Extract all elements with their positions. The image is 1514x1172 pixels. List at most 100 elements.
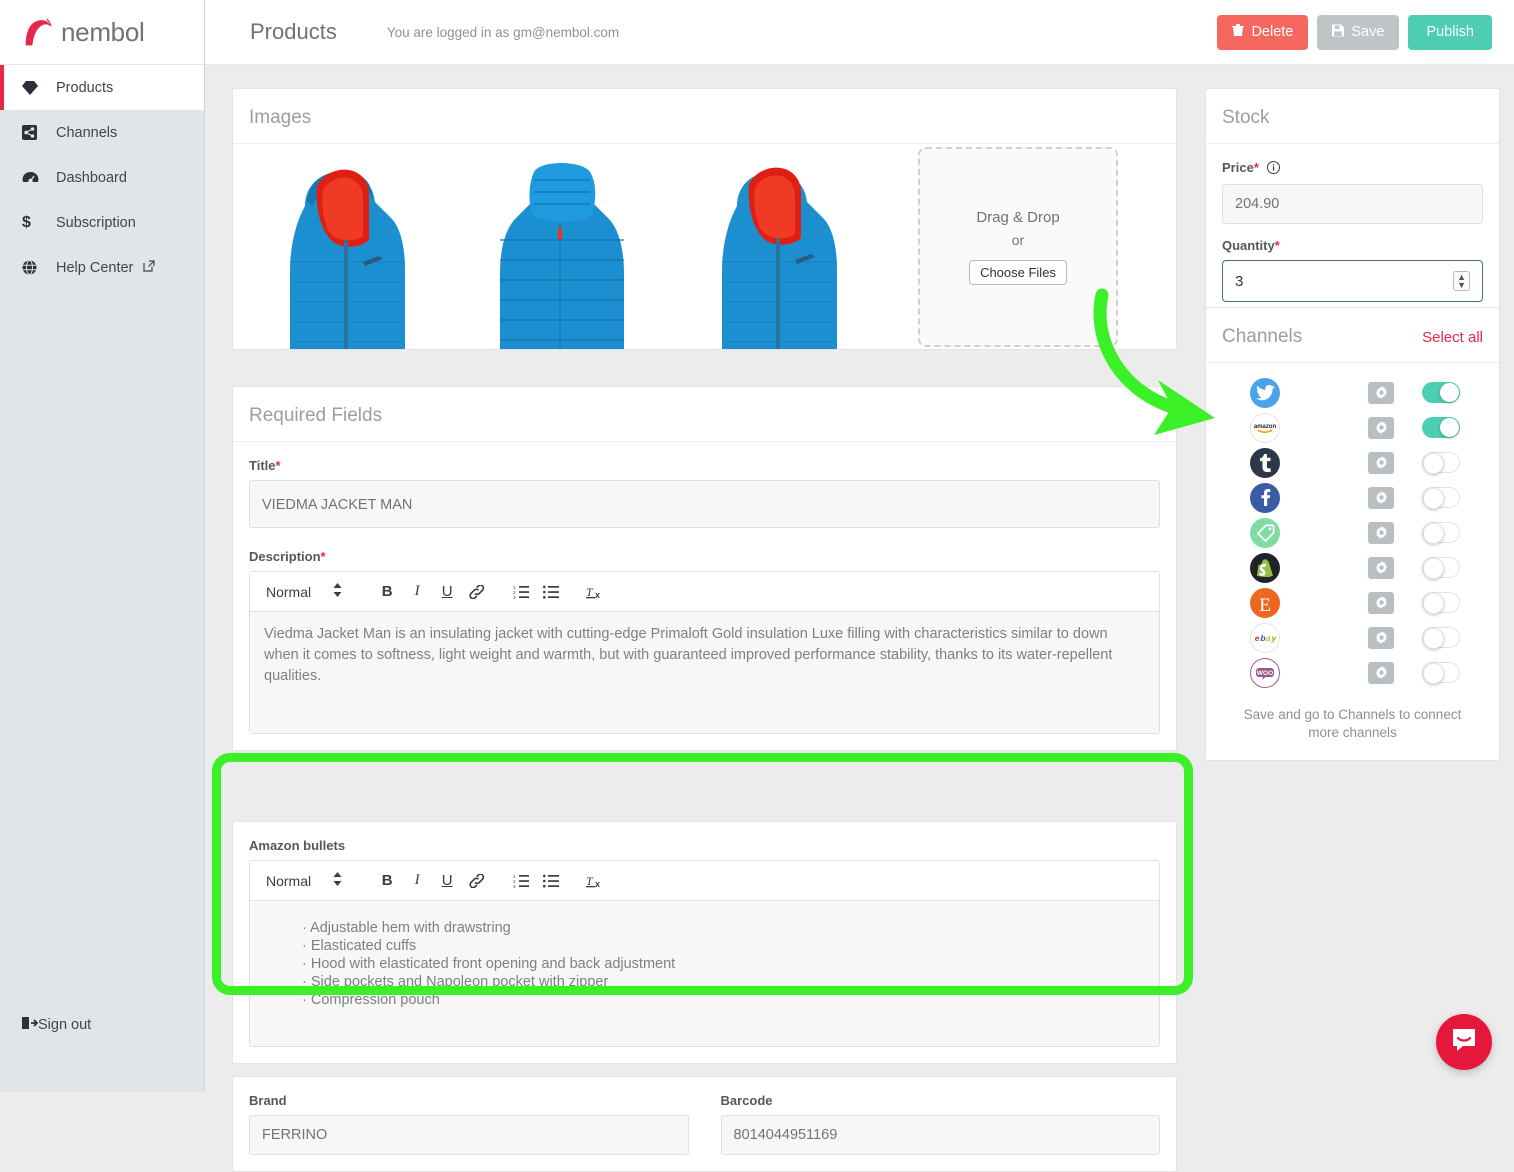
toggle-knob	[1440, 383, 1459, 402]
select-all-link[interactable]: Select all	[1422, 329, 1483, 346]
channel-toggle-ebay[interactable]	[1422, 627, 1460, 648]
svg-text:3: 3	[513, 595, 516, 599]
gear-icon[interactable]	[1368, 557, 1394, 579]
bold-icon[interactable]: B	[372, 577, 402, 607]
gear-icon[interactable]	[1368, 452, 1394, 474]
clear-format-icon[interactable]: Tx	[580, 866, 610, 896]
svg-text:x: x	[595, 879, 600, 889]
channel-toggle-amazon[interactable]	[1422, 417, 1460, 438]
gear-icon[interactable]	[1368, 382, 1394, 404]
title-input[interactable]	[249, 480, 1160, 528]
channel-toggle-etsy[interactable]	[1422, 592, 1460, 613]
sidebar-item-channels[interactable]: Channels	[0, 110, 204, 155]
format-select-label: Normal	[266, 873, 311, 889]
bullet-item: · Compression pouch	[264, 991, 1145, 1009]
woocommerce-icon[interactable]: WOO	[1250, 658, 1280, 688]
clear-format-icon[interactable]: Tx	[580, 577, 610, 607]
bullet-list-icon[interactable]	[536, 577, 566, 607]
dollar-icon: $	[22, 214, 48, 232]
brand-input[interactable]	[249, 1115, 689, 1155]
channel-toggle-woocommerce[interactable]	[1422, 662, 1460, 683]
storeden-tag-icon[interactable]	[1250, 518, 1280, 548]
toggle-knob	[1423, 628, 1444, 649]
product-image-thumbnail[interactable]	[460, 144, 665, 349]
ordered-list-icon[interactable]: 123	[506, 577, 536, 607]
link-icon[interactable]	[462, 577, 492, 607]
price-label-text: Price	[1222, 160, 1254, 175]
shopify-icon[interactable]	[1250, 553, 1280, 583]
product-image-thumbnail[interactable]	[675, 144, 880, 349]
channels-list: amazon	[1206, 363, 1499, 696]
sign-out-button[interactable]: Sign out	[0, 1002, 204, 1047]
channel-row-storeden	[1206, 515, 1499, 550]
format-select[interactable]: Normal	[266, 583, 342, 600]
bullet-item: · Hood with elasticated front opening an…	[264, 955, 1145, 973]
stepper-icon[interactable]: ▲▼	[1453, 271, 1470, 291]
gear-icon[interactable]	[1368, 627, 1394, 649]
sidebar-item-dashboard[interactable]: Dashboard	[0, 155, 204, 200]
share-icon	[22, 125, 48, 140]
brand-logo[interactable]: nembol	[0, 0, 204, 65]
gear-icon[interactable]	[1368, 417, 1394, 439]
facebook-icon[interactable]	[1250, 483, 1280, 513]
save-button[interactable]: Save	[1317, 15, 1399, 50]
channel-toggle-facebook[interactable]	[1422, 487, 1460, 508]
italic-icon[interactable]: I	[402, 577, 432, 607]
sidebar-item-label: Help Center	[56, 260, 133, 276]
sidebar-item-label: Channels	[56, 125, 117, 141]
gear-icon[interactable]	[1368, 592, 1394, 614]
bold-icon[interactable]: B	[372, 866, 402, 896]
intercom-chat-button[interactable]	[1436, 1014, 1492, 1070]
publish-button[interactable]: Publish	[1408, 15, 1492, 50]
delete-button[interactable]: Delete	[1217, 15, 1308, 50]
twitter-icon[interactable]	[1250, 378, 1280, 408]
etsy-icon[interactable]: E	[1250, 588, 1280, 618]
sidebar-item-products[interactable]: Products	[0, 65, 204, 110]
sidebar: nembol Products Channels Dashboard $ Sub…	[0, 0, 205, 1092]
description-editor: Normal B I U 123	[249, 571, 1160, 734]
underline-icon[interactable]: U	[432, 577, 462, 607]
nembol-swoosh-logo	[22, 17, 56, 47]
choose-files-button[interactable]: Choose Files	[969, 260, 1067, 285]
channel-toggle-storeden[interactable]	[1422, 522, 1460, 543]
image-dropzone[interactable]: Drag & Drop or Choose Files	[918, 147, 1118, 347]
underline-icon[interactable]: U	[432, 866, 462, 896]
channel-toggle-shopify[interactable]	[1422, 557, 1460, 578]
ordered-list-icon[interactable]: 123	[506, 866, 536, 896]
gear-icon[interactable]	[1368, 487, 1394, 509]
quantity-stepper[interactable]: 3 ▲▼	[1222, 260, 1483, 302]
gear-icon[interactable]	[1368, 662, 1394, 684]
trash-icon	[1232, 24, 1244, 41]
italic-icon[interactable]: I	[402, 866, 432, 896]
bullet-item: · Adjustable hem with drawstring	[264, 919, 1145, 937]
tumblr-icon[interactable]	[1250, 448, 1280, 478]
format-select[interactable]: Normal	[266, 872, 342, 889]
info-circle-icon[interactable]	[1267, 161, 1280, 177]
channel-row-ebay: ebay	[1206, 620, 1499, 655]
bullet-list-icon[interactable]	[536, 866, 566, 896]
channel-row-shopify	[1206, 550, 1499, 585]
channel-row-twitter	[1206, 375, 1499, 410]
amazon-icon[interactable]: amazon	[1250, 413, 1280, 443]
channel-toggle-twitter[interactable]	[1422, 382, 1460, 403]
channel-row-amazon: amazon	[1206, 410, 1499, 445]
additional-fields-card: Brand Barcode	[232, 1076, 1177, 1172]
channel-row-etsy: E	[1206, 585, 1499, 620]
gear-icon[interactable]	[1368, 522, 1394, 544]
ebay-icon[interactable]: ebay	[1250, 623, 1280, 653]
title-field-label: Title*	[249, 458, 1160, 473]
sidebar-item-subscription[interactable]: $ Subscription	[0, 200, 204, 245]
product-image-thumbnail[interactable]	[245, 144, 450, 349]
barcode-input[interactable]	[721, 1115, 1161, 1155]
channel-toggle-tumblr[interactable]	[1422, 452, 1460, 473]
description-editor-toolbar: Normal B I U 123	[250, 572, 1159, 612]
format-select-label: Normal	[266, 584, 311, 600]
price-input[interactable]	[1222, 184, 1483, 224]
svg-text:E: E	[1259, 595, 1271, 616]
link-icon[interactable]	[462, 866, 492, 896]
description-text[interactable]: Viedma Jacket Man is an insulating jacke…	[250, 612, 1159, 733]
amazon-bullets-text[interactable]: · Adjustable hem with drawstring · Elast…	[250, 901, 1159, 1046]
sidebar-item-help-center[interactable]: Help Center	[0, 245, 204, 290]
required-mark: *	[276, 458, 281, 473]
updown-chevrons-icon	[333, 583, 342, 600]
